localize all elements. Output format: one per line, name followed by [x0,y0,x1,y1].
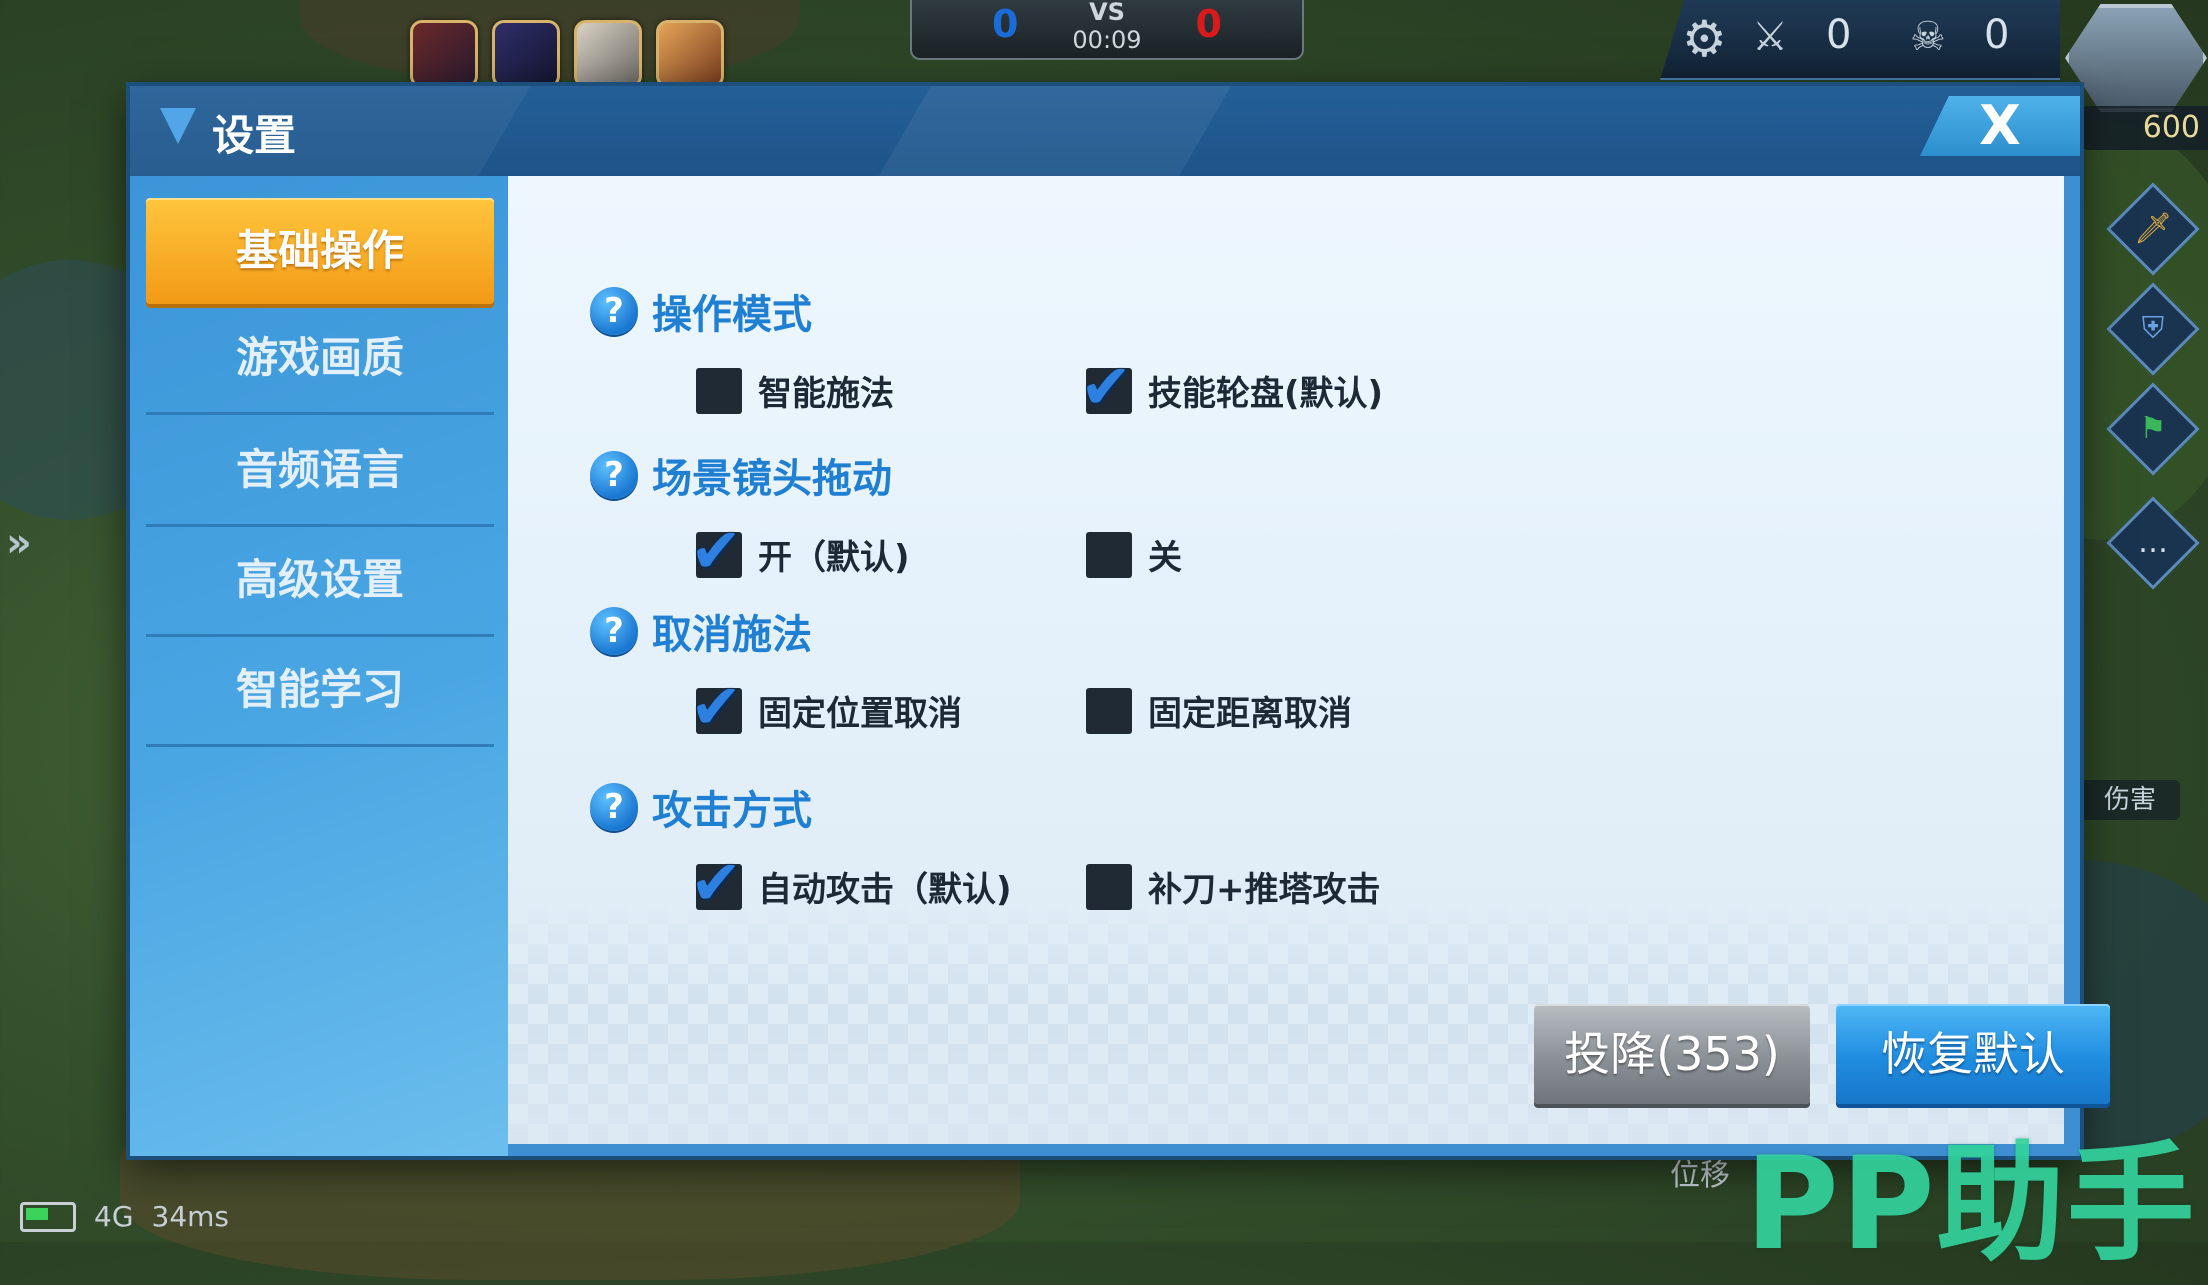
option-skill-wheel[interactable]: ✔ 技能轮盘(默认) [1080,350,1384,423]
option-camera-drag-off[interactable]: 关 [1086,530,1182,579]
red-score: 0 [1195,2,1222,46]
option-label: 智能施法 [758,374,894,414]
kill-count: 0 [1826,12,1852,58]
hero-portrait [656,20,724,88]
option-label: 固定距离取消 [1148,694,1352,734]
hero-portrait [410,20,478,88]
option-cancel-fixed-position[interactable]: ✔ 固定位置取消 [690,670,962,743]
option-smart-cast[interactable]: 智能施法 [696,366,894,415]
section-title: ? 操作模式 [590,286,812,338]
checkbox-unchecked[interactable] [1086,863,1132,910]
sidebar-item-basic-controls[interactable]: 基础操作 [146,198,494,304]
expand-arrow-icon[interactable]: » [6,520,32,566]
checkbox-unchecked[interactable] [1086,531,1132,578]
sword-icon: 🗡 [2133,211,2173,246]
vs-label: VS [1089,0,1125,26]
help-icon[interactable]: ? [590,783,638,831]
flag-icon: ⚑ [2139,411,2167,446]
option-label: 开（默认) [758,538,910,578]
option-cancel-fixed-distance[interactable]: 固定距离取消 [1086,686,1352,735]
section-label: 场景镜头拖动 [652,456,892,502]
section-label: 取消施法 [652,612,812,658]
section-title: ? 取消施法 [590,606,812,658]
section-label: 操作模式 [652,292,812,338]
surrender-button[interactable]: 投降(353) [1534,1004,1810,1104]
help-icon[interactable]: ? [590,287,638,335]
option-label: 技能轮盘(默认) [1148,374,1384,414]
checkbox-checked[interactable]: ✔ [690,514,742,587]
sidebar-item-advanced[interactable]: 高级设置 [146,526,494,637]
sidebar-item-smart-learning[interactable]: 智能学习 [146,636,494,747]
checkbox-checked[interactable]: ✔ [1080,350,1132,423]
watermark-logo: PP助手 [1745,1130,2197,1279]
gold-counter: 600 [2080,106,2208,150]
section-title: ? 场景镜头拖动 [590,450,892,502]
sword-icon: ⚔ [1752,14,1788,60]
scoreboard: 0 VS 00:09 0 [910,0,1304,60]
section-label: 攻击方式 [652,788,812,834]
option-label: 自动攻击（默认) [758,870,1012,910]
dialog-header: 设置 [130,86,2080,176]
dialog-title: 设置 [212,111,297,160]
restore-default-button[interactable]: 恢复默认 [1836,1004,2110,1104]
option-auto-attack[interactable]: ✔ 自动攻击（默认) [690,846,1012,919]
checkmark-icon: ✔ [1080,349,1132,423]
death-count: 0 [1984,12,2010,58]
sidebar-item-audio-language[interactable]: 音频语言 [146,416,494,527]
match-timer: 00:09 [1072,26,1142,54]
device-status: 4G 34ms [20,1200,229,1233]
help-icon[interactable]: ? [590,607,638,655]
settings-content: ? 操作模式 智能施法 ✔ 技能轮盘(默认) ? 场景镜头拖动 ✔ 开（默认) … [508,176,2064,1144]
option-label: 关 [1148,538,1182,578]
checkbox-unchecked[interactable] [696,367,742,414]
ping-value: 34ms [151,1200,230,1233]
gear-icon[interactable]: ⚙ [1682,10,1727,68]
hero-portrait [492,20,560,88]
section-title: ? 攻击方式 [590,782,812,834]
damage-label: 伤害 [2080,780,2180,820]
triangle-icon [160,108,196,144]
checkmark-icon: ✔ [690,669,742,743]
network-type: 4G [94,1200,134,1233]
battery-icon [20,1201,76,1232]
checkbox-unchecked[interactable] [1086,687,1132,734]
checkbox-checked[interactable]: ✔ [690,670,742,743]
sidebar-item-graphics[interactable]: 游戏画质 [146,304,494,415]
hero-portrait [574,20,642,88]
help-icon[interactable]: ? [590,451,638,499]
option-camera-drag-on[interactable]: ✔ 开（默认) [690,514,910,587]
checkmark-icon: ✔ [690,845,742,919]
dash-skill-label: 位移 [1670,1158,1730,1193]
chat-icon: … [2138,525,2168,560]
team-portraits [410,20,724,88]
option-label: 补刀+推塔攻击 [1148,870,1381,910]
option-label: 固定位置取消 [758,694,962,734]
settings-dialog: 设置 X 基础操作 游戏画质 音频语言 高级设置 智能学习 ? 操作模式 智能施… [130,86,2110,1156]
settings-sidebar: 基础操作 游戏画质 音频语言 高级设置 智能学习 [130,176,508,1156]
option-last-hit-tower[interactable]: 补刀+推塔攻击 [1086,862,1381,911]
checkbox-checked[interactable]: ✔ [690,846,742,919]
checkmark-icon: ✔ [690,513,742,587]
shield-icon: ⛨ [2141,311,2165,346]
skull-icon: ☠ [1910,14,1946,60]
